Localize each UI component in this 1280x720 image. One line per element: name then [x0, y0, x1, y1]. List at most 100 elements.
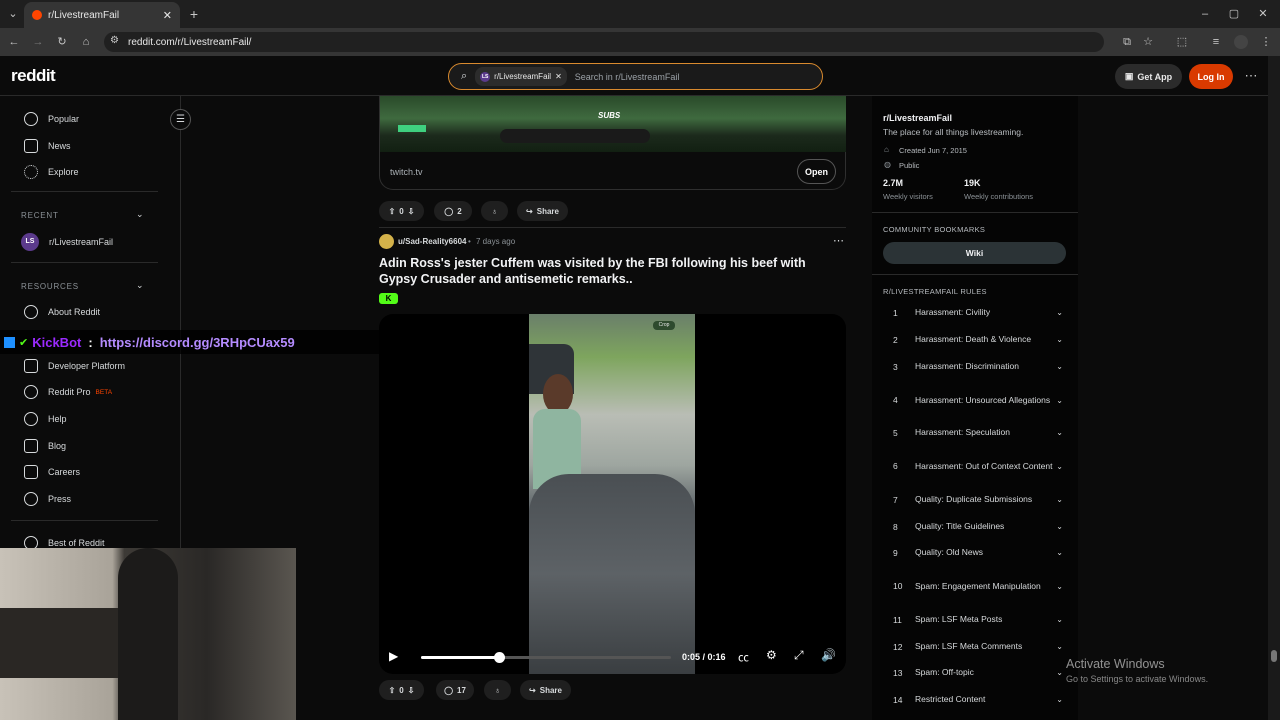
settings-gear-icon[interactable]: ⚙	[766, 648, 777, 662]
rule-chevron-icon[interactable]: ⌄	[1053, 396, 1063, 405]
discord-link[interactable]: https://discord.gg/3RHpCUax59	[100, 335, 295, 350]
comments-button[interactable]: ◯ 2	[434, 201, 472, 221]
maximize-icon[interactable]: ▢	[1225, 4, 1243, 24]
sidebar-item-developer-platform[interactable]: Developer Platform	[24, 358, 125, 374]
downvote-icon[interactable]: ⇩	[408, 207, 415, 216]
search-bar[interactable]: ⌕ LS r/LivestreamFail ✕ Search in r/Live…	[448, 63, 823, 90]
vote-control[interactable]: ⇧ 0 ⇩	[379, 680, 424, 700]
collapse-sidebar-button[interactable]: ☰	[170, 109, 191, 130]
rule-chevron-icon[interactable]: ⌄	[1053, 642, 1063, 651]
rule-chevron-icon[interactable]: ⌄	[1053, 495, 1063, 504]
rule-chevron-icon[interactable]: ⌄	[1053, 582, 1063, 591]
rule-chevron-icon[interactable]: ⌄	[1053, 522, 1063, 531]
browser-menu-icon[interactable]: ⋮	[1257, 32, 1275, 52]
rule-chevron-icon[interactable]: ⌄	[1053, 615, 1063, 624]
video-seek-bar[interactable]	[421, 652, 671, 663]
play-icon[interactable]: ▶	[389, 649, 398, 663]
login-button[interactable]: Log In	[1189, 64, 1233, 89]
kick-flair-icon[interactable]: K	[379, 293, 398, 304]
tab-list-icon[interactable]: ⌄	[4, 4, 22, 24]
rule-chevron-icon[interactable]: ⌄	[1053, 695, 1063, 704]
share-button[interactable]: ↪ Share	[517, 201, 568, 221]
rule-chevron-icon[interactable]: ⌄	[1053, 362, 1063, 371]
rule-chevron-icon[interactable]: ⌄	[1053, 548, 1063, 557]
url-field[interactable]: ⚙ reddit.com/r/LivestreamFail/	[104, 32, 1104, 52]
rule-item[interactable]: 2 Harassment: Death & Violence ⌄	[893, 333, 1063, 346]
sidebar-item-press[interactable]: Press	[24, 491, 71, 507]
rule-item[interactable]: 13 Spam: Off-topic ⌄	[893, 666, 1063, 679]
rule-item[interactable]: 10 Spam: Engagement Manipulation ⌄	[893, 573, 1063, 599]
site-info-icon[interactable]: ⚙	[110, 35, 119, 46]
extensions-icon[interactable]: ⬚	[1173, 32, 1191, 52]
remove-chip-icon[interactable]: ✕	[555, 72, 562, 81]
media-control-icon[interactable]: ≡	[1207, 32, 1225, 52]
post-author[interactable]: u/Sad-Reality6604	[398, 237, 466, 246]
install-app-icon[interactable]: ⧉	[1118, 32, 1136, 52]
scrollbar-thumb[interactable]	[1271, 650, 1277, 662]
link-domain[interactable]: twitch.tv	[390, 167, 423, 177]
fullscreen-icon[interactable]: ⤢	[794, 648, 804, 663]
get-app-button[interactable]: ▣ Get App	[1115, 64, 1182, 89]
wiki-button[interactable]: Wiki	[883, 242, 1066, 264]
rule-item[interactable]: 9 Quality: Old News ⌄	[893, 546, 1063, 559]
rule-item[interactable]: 5 Harassment: Speculation ⌄	[893, 426, 1063, 439]
rule-chevron-icon[interactable]: ⌄	[1053, 335, 1063, 344]
video-player[interactable]: Crop ▶ 0:05 / 0:16 ㏄ ⚙ ⤢ 🔊	[379, 314, 846, 674]
link-card[interactable]: SUBS twitch.tv Open	[379, 96, 846, 190]
forward-icon[interactable]: →	[29, 32, 47, 52]
more-options-icon[interactable]: ⋯	[1242, 66, 1260, 86]
rule-item[interactable]: 8 Quality: Title Guidelines ⌄	[893, 520, 1063, 533]
sidebar-item-livestreamfail[interactable]: LS r/LivestreamFail	[21, 233, 113, 251]
comments-button[interactable]: ◯ 17	[436, 680, 474, 700]
sidebar-item-careers[interactable]: Careers	[24, 464, 80, 480]
award-button[interactable]: ♁	[484, 680, 511, 700]
subreddit-search-chip[interactable]: LS r/LivestreamFail ✕	[475, 67, 567, 86]
back-icon[interactable]: ←	[5, 32, 23, 52]
minimize-icon[interactable]: –	[1196, 4, 1214, 24]
rule-item[interactable]: 4 Harassment: Unsourced Allegations ⌄	[893, 387, 1063, 413]
award-button[interactable]: ♁	[481, 201, 508, 221]
rule-item[interactable]: 3 Harassment: Discrimination ⌄	[893, 360, 1063, 373]
open-link-button[interactable]: Open	[797, 159, 836, 184]
rule-chevron-icon[interactable]: ⌄	[1053, 668, 1063, 677]
rule-item[interactable]: 1 Harassment: Civility ⌄	[893, 306, 1063, 319]
page-scrollbar[interactable]	[1268, 56, 1280, 720]
rule-chevron-icon[interactable]: ⌄	[1053, 308, 1063, 317]
bookmark-star-icon[interactable]: ☆	[1139, 32, 1157, 52]
sidebar-item-explore[interactable]: Explore	[24, 164, 79, 180]
new-tab-icon[interactable]: +	[185, 4, 203, 24]
rule-item[interactable]: 11 Spam: LSF Meta Posts ⌄	[893, 613, 1063, 626]
sidebar-item-news[interactable]: News	[24, 138, 71, 154]
recent-chevron-icon[interactable]: ⌄	[136, 209, 144, 220]
post-overflow-icon[interactable]: ⋯	[833, 234, 844, 247]
upvote-icon[interactable]: ⇧	[389, 207, 396, 216]
downvote-icon[interactable]: ⇩	[408, 686, 415, 695]
rule-item[interactable]: 7 Quality: Duplicate Submissions ⌄	[893, 493, 1063, 506]
sidebar-item-help[interactable]: Help	[24, 411, 67, 427]
rule-item[interactable]: 14 Restricted Content ⌄	[893, 693, 1063, 706]
vote-control[interactable]: ⇧ 0 ⇩	[379, 201, 424, 221]
rule-item[interactable]: 12 Spam: LSF Meta Comments ⌄	[893, 640, 1063, 653]
home-icon[interactable]: ⌂	[77, 32, 95, 52]
recent-section-label[interactable]: RECENT	[21, 211, 59, 220]
rule-item[interactable]: 6 Harassment: Out of Context Content ⌄	[893, 453, 1063, 479]
volume-icon[interactable]: 🔊	[821, 648, 836, 662]
sidebar-item-popular[interactable]: Popular	[24, 111, 79, 127]
browser-tab[interactable]: r/LivestreamFail ✕	[24, 2, 180, 28]
rule-chevron-icon[interactable]: ⌄	[1053, 428, 1063, 437]
sidebar-item-about-reddit[interactable]: About Reddit	[24, 304, 100, 320]
sidebar-item-reddit-pro[interactable]: Reddit Pro BETA	[24, 384, 112, 400]
video-seek-handle[interactable]	[493, 652, 505, 663]
close-window-icon[interactable]: ✕	[1254, 4, 1272, 24]
upvote-icon[interactable]: ⇧	[389, 686, 396, 695]
captions-icon[interactable]: ㏄	[738, 649, 749, 665]
share-button[interactable]: ↪ Share	[520, 680, 571, 700]
resources-chevron-icon[interactable]: ⌄	[136, 280, 144, 291]
resources-section-label[interactable]: RESOURCES	[21, 282, 79, 291]
post-title[interactable]: Adin Ross's jester Cuffem was visited by…	[379, 255, 819, 287]
close-tab-icon[interactable]: ✕	[163, 9, 172, 22]
reload-icon[interactable]: ↻	[53, 32, 71, 52]
sidebar-item-blog[interactable]: Blog	[24, 438, 66, 454]
rule-chevron-icon[interactable]: ⌄	[1053, 462, 1063, 471]
profile-avatar[interactable]	[1234, 35, 1248, 49]
